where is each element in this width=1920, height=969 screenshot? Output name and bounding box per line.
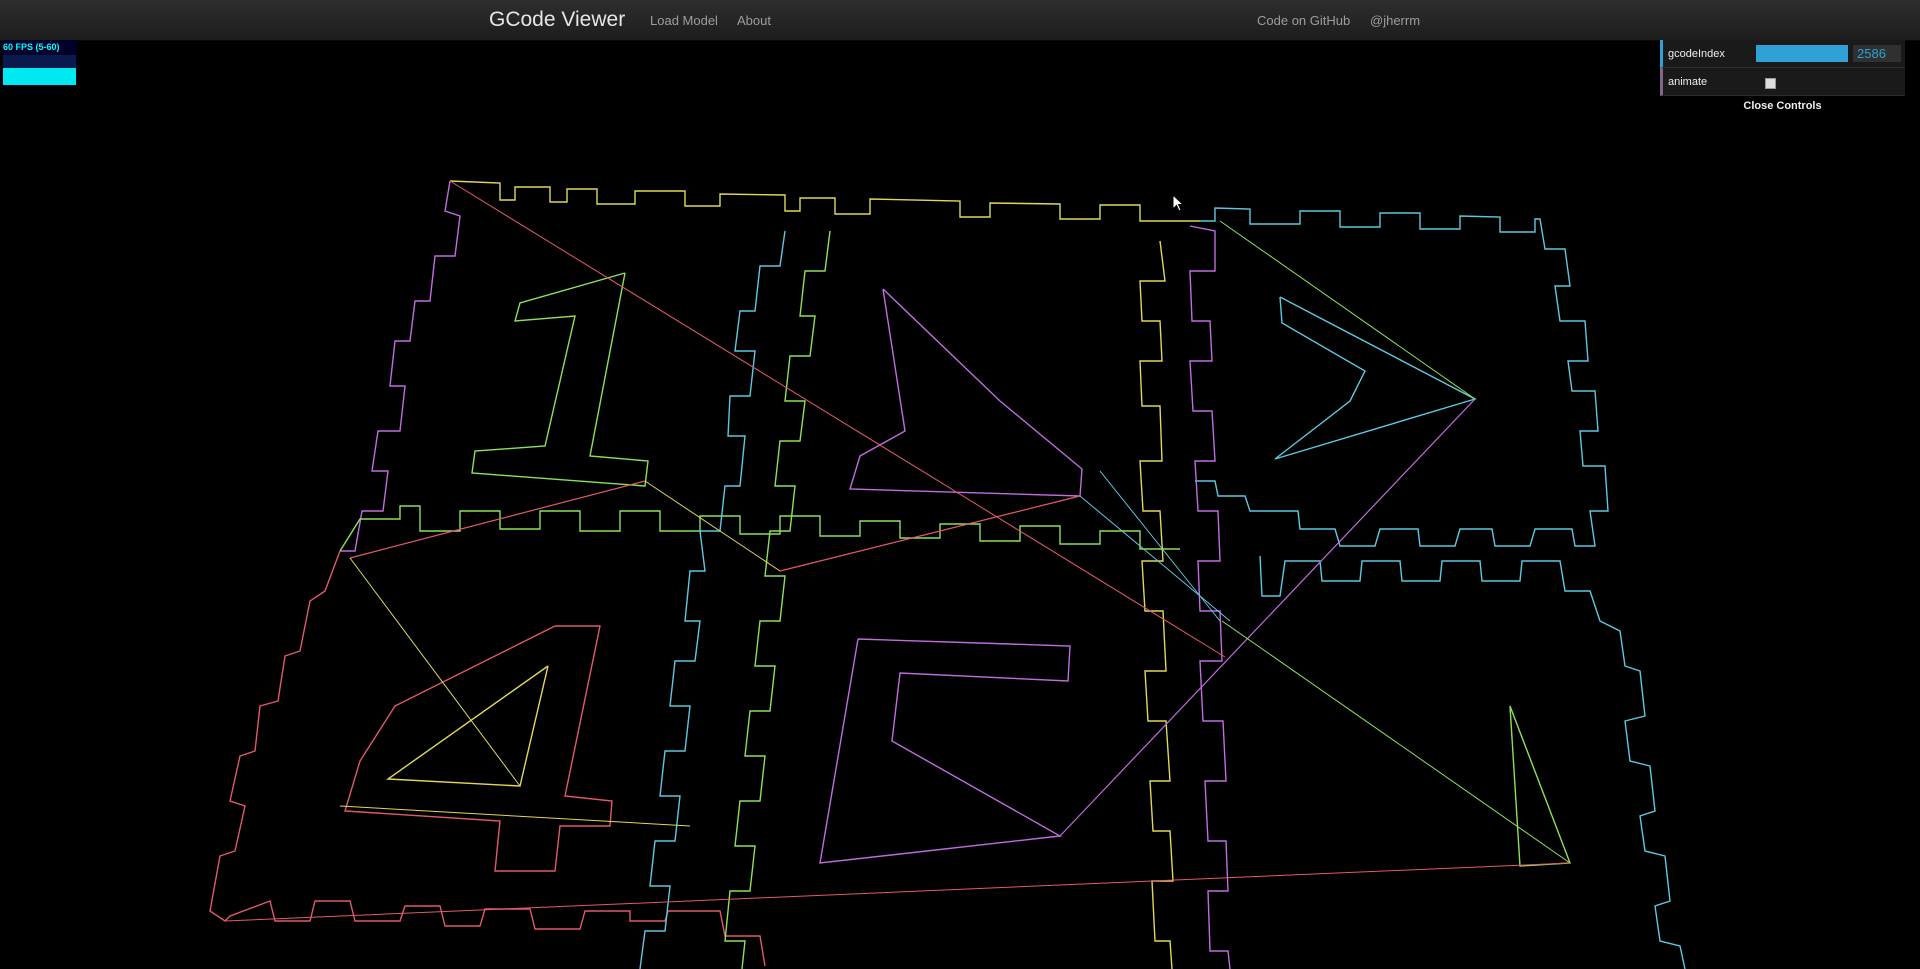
gcode-index-slider[interactable] — [1756, 45, 1848, 62]
brand-title[interactable]: GCode Viewer — [489, 8, 625, 32]
travel-line-12 — [1099, 470, 1221, 622]
travel-line-5 — [1079, 495, 1231, 622]
fps-graph-bar — [3, 68, 76, 85]
toolpath-numeral-two — [849, 288, 1083, 497]
gcode-index-input[interactable] — [1853, 45, 1901, 62]
about-link[interactable]: About — [737, 13, 771, 28]
toolpath-numeral-four-inner — [385, 665, 549, 787]
toolpath-center-vertical-rib-2 — [724, 230, 831, 969]
toolpath-right-vertical-rib — [1139, 240, 1174, 969]
gcode-index-row: gcodeIndex — [1660, 40, 1905, 68]
travel-line-1 — [449, 180, 1226, 658]
close-controls-button[interactable]: Close Controls — [1660, 96, 1905, 116]
animate-label: animate — [1668, 76, 1708, 88]
toolpath-panel-left-edge — [340, 180, 461, 552]
controls-panel: gcodeIndex animate Close Controls — [1660, 40, 1905, 116]
animate-row: animate — [1660, 68, 1905, 96]
travel-line-11 — [339, 805, 691, 827]
mouse-pointer-icon — [1172, 193, 1185, 217]
toolpath-numeral-one — [471, 272, 649, 487]
toolpath-panel-mid-divider — [339, 505, 1180, 552]
toolpath-panel-bottom — [209, 550, 766, 967]
navbar: GCode Viewer Load Model About Code on Gi… — [0, 0, 1920, 41]
author-link[interactable]: @jherrm — [1370, 13, 1420, 28]
travel-line-8 — [349, 557, 521, 787]
toolpath-panel-top-left — [449, 180, 1200, 222]
travel-line-9 — [1221, 620, 1571, 864]
github-link[interactable]: Code on GitHub — [1257, 13, 1350, 28]
fps-stats-panel[interactable]: 60 FPS (5-60) — [2, 40, 77, 86]
toolpath-numeral-four — [344, 625, 613, 872]
animate-checkbox[interactable] — [1765, 78, 1776, 89]
toolpath-panel-bottom-right — [1259, 555, 1686, 969]
toolpath-numeral-five — [819, 638, 1071, 864]
toolpath-right-vertical-rib-2 — [1189, 225, 1231, 969]
gcode-3d-viewport[interactable] — [0, 41, 1920, 969]
travel-line-3 — [644, 480, 781, 572]
travel-line-10 — [224, 862, 1571, 922]
toolpath-panel-top-right — [1195, 207, 1609, 547]
travel-line-4 — [779, 495, 1081, 572]
load-model-link[interactable]: Load Model — [650, 13, 718, 28]
travel-line-7 — [1219, 220, 1476, 400]
gcode-index-label: gcodeIndex — [1668, 48, 1725, 60]
fps-text: 60 FPS (5-60) — [3, 42, 60, 52]
travel-line-6 — [1059, 398, 1476, 837]
gcode-index-slider-fill — [1756, 45, 1848, 62]
